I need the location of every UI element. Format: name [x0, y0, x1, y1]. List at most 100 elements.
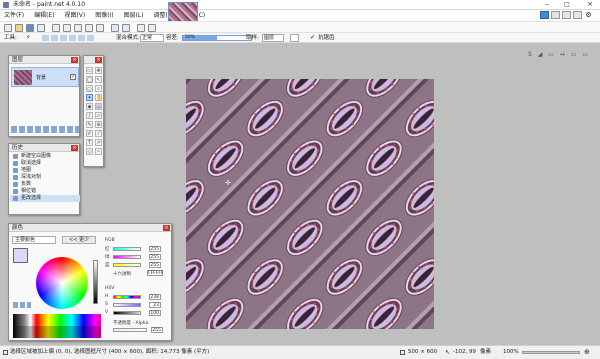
value-label: V	[105, 310, 109, 315]
cut-icon[interactable]	[52, 24, 60, 32]
palette-icons[interactable]	[13, 302, 31, 308]
paint-bucket-tool-icon[interactable]: ◆	[86, 103, 93, 110]
magic-wand-tool-icon[interactable]: ✦	[86, 94, 93, 101]
menu-bar: 文件(F) 编辑(E) 视图(V) 图像(I) 图层(L) 调整(A) 特效(C…	[0, 2, 600, 26]
sampling-select[interactable]: 图层	[262, 34, 284, 42]
magic-wand-tool-icon[interactable]: ⚡	[26, 34, 36, 42]
green-slider[interactable]	[113, 255, 141, 259]
lasso-tool-icon[interactable]: ◯	[86, 76, 93, 83]
curve-tool-icon[interactable]: ~	[95, 148, 102, 155]
hex-value[interactable]: FFFFFF	[147, 270, 164, 276]
menu-edit[interactable]: 编辑(E)	[30, 10, 58, 21]
new-file-icon[interactable]	[4, 24, 12, 32]
pencil-tool-icon[interactable]: ✎	[86, 121, 93, 128]
history-item[interactable]: 负数	[10, 181, 80, 188]
layer-row-background[interactable]: 背景 ✓	[11, 67, 79, 87]
blue-slider[interactable]	[113, 263, 141, 267]
recolor-tool-icon[interactable]: ✐	[86, 130, 93, 137]
hue-slider[interactable]	[113, 295, 141, 299]
saturation-value[interactable]: 23	[149, 302, 161, 308]
close-layers-button[interactable]: ×	[71, 57, 78, 63]
canvas-toolbar-icons[interactable]: S ◢ ▭ ↔ ▭ ▭	[528, 51, 594, 59]
layer-visibility-checkbox[interactable]: ✓	[70, 74, 76, 80]
grid-icon[interactable]	[137, 24, 145, 32]
colors-toggle-icon[interactable]	[573, 11, 582, 19]
alpha-value[interactable]: 255	[151, 327, 163, 333]
text-tool-icon[interactable]: T	[86, 139, 93, 146]
unit-select[interactable]: 像素	[480, 346, 491, 359]
red-value[interactable]: 255	[149, 246, 161, 252]
history-item[interactable]: 深浅对刻	[10, 174, 80, 181]
less-button[interactable]: << 更少	[62, 236, 96, 244]
history-item[interactable]: 新建空白图像	[10, 153, 80, 160]
primary-color-select[interactable]: 主要颜色	[12, 236, 56, 244]
line-tool-icon[interactable]: ↗	[95, 139, 102, 146]
ellipse-select-tool-icon[interactable]: ○	[86, 85, 93, 92]
menu-image[interactable]: 图像(I)	[91, 10, 117, 21]
blend-mode-select[interactable]: 正常	[140, 34, 164, 42]
fill-mode-icon[interactable]	[290, 34, 299, 42]
history-item[interactable]: 取消选择	[10, 160, 80, 167]
close-history-button[interactable]: ×	[71, 145, 78, 151]
tools-toggle-icon[interactable]	[540, 11, 549, 19]
menu-layers[interactable]: 图层(L)	[120, 10, 148, 21]
primary-color-swatch[interactable]	[13, 248, 28, 263]
menu-view[interactable]: 视图(V)	[60, 10, 89, 21]
zoom-select[interactable]: 100%	[503, 346, 519, 359]
layer-actions-icons[interactable]	[11, 126, 79, 133]
layers-toggle-icon[interactable]	[562, 11, 571, 19]
print-icon[interactable]	[37, 24, 45, 32]
paintbrush-tool-icon[interactable]: /	[86, 112, 93, 119]
green-value[interactable]: 255	[149, 254, 161, 260]
deselect-icon[interactable]	[96, 24, 104, 32]
history-item[interactable]: 相位错	[10, 188, 80, 195]
move-selection-tool-icon[interactable]: ↖	[95, 76, 102, 83]
tolerance-slider[interactable]: 50%	[182, 35, 252, 41]
eraser-tool-icon[interactable]: ▱	[95, 112, 102, 119]
red-slider[interactable]	[113, 247, 141, 251]
zoom-in-icon[interactable]: ⊕	[584, 346, 590, 359]
history-item-selected[interactable]: 更改选择	[10, 195, 80, 202]
close-tools-button[interactable]: ×	[95, 57, 102, 63]
shapes-tool-icon[interactable]: ◇	[86, 148, 93, 155]
menu-file[interactable]: 文件(F)	[0, 10, 28, 21]
image-canvas[interactable]	[186, 79, 434, 329]
open-file-icon[interactable]	[15, 24, 23, 32]
alpha-slider[interactable]	[113, 328, 147, 332]
value-slider[interactable]	[93, 260, 98, 304]
zoom-tool-icon[interactable]: ⌕	[95, 85, 102, 92]
gradient-tool-icon[interactable]: ▤	[95, 103, 102, 110]
save-icon[interactable]	[26, 24, 34, 32]
zoom-slider[interactable]	[522, 351, 580, 354]
status-bar: 选择区域被加上偏 (0, 0), 选择图框尺寸 (400 × 600), 面积:…	[0, 345, 600, 358]
value-value[interactable]: 100	[149, 310, 161, 316]
selection-mode-icons[interactable]	[42, 35, 94, 41]
paste-icon[interactable]	[74, 24, 82, 32]
color-palette[interactable]	[13, 314, 101, 338]
crop-icon[interactable]	[85, 24, 93, 32]
maximize-button[interactable]: □	[558, 0, 576, 10]
close-colors-button[interactable]: ×	[163, 225, 170, 231]
saturation-slider[interactable]	[113, 303, 141, 307]
color-picker-tool-icon[interactable]: ⁄	[95, 130, 102, 137]
rulers-icon[interactable]	[148, 24, 156, 32]
undo-icon[interactable]	[111, 24, 119, 32]
color-wheel[interactable]	[36, 257, 88, 309]
move-tool-icon[interactable]: ✥	[95, 67, 102, 74]
copy-icon[interactable]	[63, 24, 71, 32]
antialias-check-icon[interactable]: ✔	[310, 34, 315, 42]
history-toggle-icon[interactable]	[551, 11, 560, 19]
rect-select-tool-icon[interactable]: ▭	[86, 67, 93, 74]
clone-stamp-tool-icon[interactable]: ⊕	[95, 121, 102, 128]
hue-value[interactable]: 238	[149, 294, 161, 300]
history-item[interactable]: 地图	[10, 167, 80, 174]
pan-tool-icon[interactable]: ✋	[95, 94, 102, 101]
settings-icon[interactable]: ⚙	[584, 11, 593, 19]
blue-value[interactable]: 255	[149, 262, 161, 268]
redo-icon[interactable]	[122, 24, 130, 32]
value-color-slider[interactable]	[113, 311, 141, 315]
tool-label: 工具:	[4, 35, 17, 41]
cursor-crosshair-icon: ✛	[225, 179, 231, 187]
minimize-button[interactable]: –	[538, 0, 556, 10]
close-window-button[interactable]: ×	[580, 0, 600, 10]
